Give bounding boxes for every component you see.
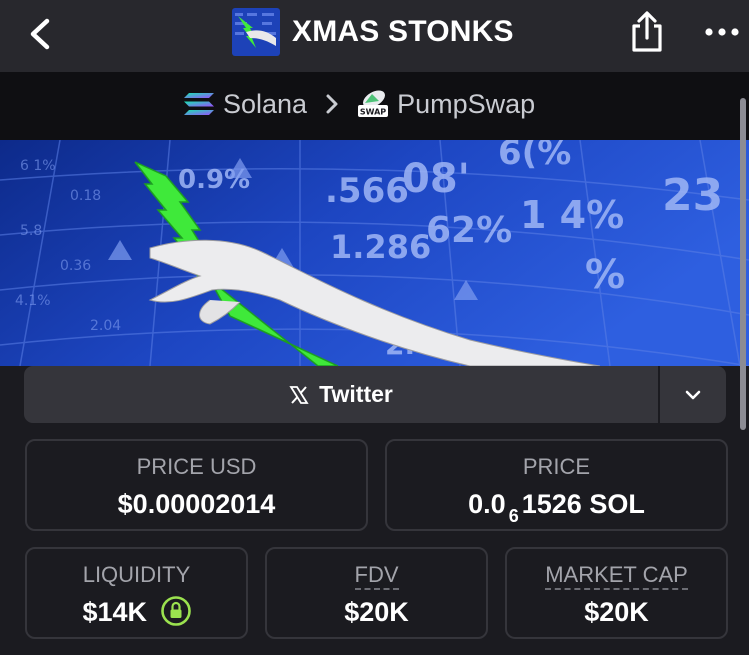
pumpswap-icon: SWAP [358, 90, 389, 117]
page-title: XMAS STONKS [292, 15, 514, 48]
market-cap-card: MARKET CAP $20K [505, 547, 728, 639]
svg-text:2.04: 2.04 [90, 318, 121, 334]
price-label: PRICE [522, 454, 591, 479]
fdv-label[interactable]: FDV [267, 562, 486, 590]
market-cap-label[interactable]: MARKET CAP [507, 562, 726, 590]
ticker-value: % [585, 252, 625, 298]
liquidity-value: $14K [82, 597, 148, 627]
social-links-bar: Twitter [24, 366, 726, 423]
market-cap-value: $20K [584, 597, 649, 627]
chevron-right-icon [326, 94, 338, 114]
price-value: 0.0 6 1526 SOL [387, 489, 726, 526]
price-usd-value: $0.00002014 [117, 489, 276, 519]
ticker-value: 1 4% [520, 193, 624, 237]
share-icon[interactable] [628, 10, 666, 54]
top-nav-bar: XMAS STONKS [0, 0, 749, 72]
x-logo-icon [289, 385, 309, 404]
fdv-value: $20K [344, 597, 409, 627]
breadcrumb-dex[interactable]: PumpSwap [397, 89, 535, 120]
svg-text:6 1%: 6 1% [20, 158, 56, 174]
liquidity-value-row: $14K [27, 596, 246, 629]
token-logo [232, 8, 280, 56]
token-banner-image: .566 08' 1.286 62% 1 4% 0.9% 2. % 23 6(%… [0, 140, 749, 366]
ticker-value: 6(% [498, 140, 571, 173]
ticker-value: 23 [662, 170, 723, 221]
price-zero-count: 6 [508, 506, 519, 526]
price-prefix: 0.0 [468, 489, 506, 519]
swap-badge-text: SWAP [360, 108, 386, 117]
breadcrumb-bar: Solana SWAP PumpSwap [0, 72, 749, 140]
svg-text:0.36: 0.36 [60, 258, 91, 274]
price-usd-label: PRICE USD [136, 454, 257, 479]
scrollbar[interactable] [740, 98, 746, 430]
expand-socials-button[interactable] [660, 366, 726, 423]
twitter-label: Twitter [319, 381, 393, 407]
fdv-card: FDV $20K [265, 547, 488, 639]
twitter-link-button[interactable]: Twitter [24, 366, 658, 423]
ticker-value: 08' [402, 156, 470, 202]
svg-text:5.8: 5.8 [20, 223, 42, 239]
chevron-down-icon [685, 390, 701, 399]
price-digits: 1526 [521, 489, 582, 519]
breadcrumb: Solana SWAP PumpSwap [183, 86, 535, 122]
breadcrumb-chain[interactable]: Solana [223, 89, 307, 120]
chevron-left-icon[interactable] [22, 14, 62, 54]
lock-icon[interactable] [160, 596, 191, 626]
ticker-value: 1.286 [330, 228, 431, 266]
liquidity-card: LIQUIDITY $14K [25, 547, 248, 639]
more-horizontal-icon[interactable] [704, 26, 740, 38]
solana-icon [184, 93, 214, 115]
liquidity-label: LIQUIDITY [82, 562, 191, 587]
token-header: XMAS STONKS [232, 8, 514, 56]
price-usd-card: PRICE USD $0.00002014 [25, 439, 368, 531]
ticker-value: .566 [325, 171, 409, 211]
svg-text:4.1%: 4.1% [15, 293, 51, 309]
price-card: PRICE 0.0 6 1526 SOL [385, 439, 728, 531]
ticker-value: 62% [426, 210, 512, 251]
svg-text:0.18: 0.18 [70, 188, 101, 204]
price-unit: SOL [589, 489, 645, 519]
